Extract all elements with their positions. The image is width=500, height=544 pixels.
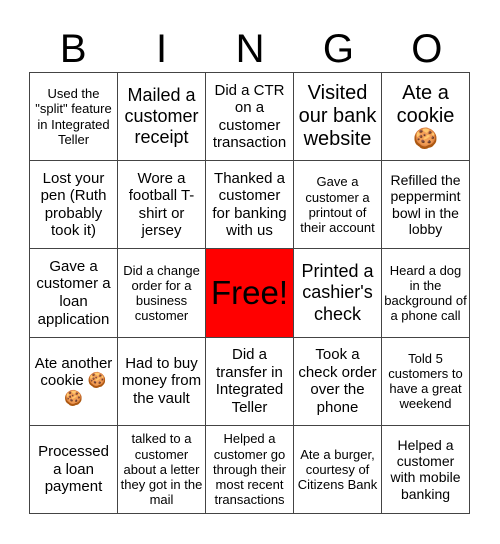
- bingo-header: B I N G O: [29, 26, 471, 72]
- bingo-card: Used the "split" feature in Integrated T…: [29, 72, 470, 514]
- bingo-cell[interactable]: Gave a customer a printout of their acco…: [294, 161, 382, 250]
- bingo-cell[interactable]: Used the "split" feature in Integrated T…: [30, 73, 118, 162]
- bingo-cell[interactable]: Mailed a customer receipt: [118, 73, 206, 162]
- bingo-cell[interactable]: Helped a customer with mobile banking: [382, 425, 470, 514]
- bingo-cell[interactable]: Helped a customer go through their most …: [206, 425, 294, 514]
- header-letter-n: N: [235, 27, 265, 71]
- bingo-cell[interactable]: Did a transfer in Integrated Teller: [206, 337, 294, 426]
- bingo-cell[interactable]: Took a check order over the phone: [294, 337, 382, 426]
- bingo-cell[interactable]: Ate another cookie 🍪🍪: [30, 337, 118, 426]
- bingo-cell[interactable]: Printed a cashier's check: [294, 249, 382, 338]
- bingo-cell[interactable]: talked to a customer about a letter they…: [118, 425, 206, 514]
- header-letter-b: B: [59, 27, 87, 71]
- bingo-cell[interactable]: Visited our bank website: [294, 73, 382, 162]
- bingo-cell[interactable]: Thanked a customer for banking with us: [206, 161, 294, 250]
- header-letter-g: G: [322, 27, 354, 71]
- bingo-cell[interactable]: Did a change order for a business custom…: [118, 249, 206, 338]
- bingo-cell[interactable]: Ate a burger, courtesy of Citizens Bank: [294, 425, 382, 514]
- bingo-cell[interactable]: Did a CTR on a customer transaction: [206, 73, 294, 162]
- bingo-cell[interactable]: Had to buy money from the vault: [118, 337, 206, 426]
- bingo-cell[interactable]: Gave a customer a loan application: [30, 249, 118, 338]
- bingo-cell[interactable]: Told 5 customers to have a great weekend: [382, 337, 470, 426]
- bingo-cell[interactable]: Processed a loan payment: [30, 425, 118, 514]
- bingo-cell[interactable]: Refilled the peppermint bowl in the lobb…: [382, 161, 470, 250]
- bingo-cell[interactable]: Ate a cookie 🍪: [382, 73, 470, 162]
- header-letter-i: I: [156, 27, 168, 71]
- header-letter-o: O: [411, 27, 443, 71]
- bingo-cell[interactable]: Wore a football T-shirt or jersey: [118, 161, 206, 250]
- bingo-cell[interactable]: Lost your pen (Ruth probably took it): [30, 161, 118, 250]
- free-space-cell[interactable]: Free!: [206, 249, 294, 338]
- bingo-cell[interactable]: Heard a dog in the background of a phone…: [382, 249, 470, 338]
